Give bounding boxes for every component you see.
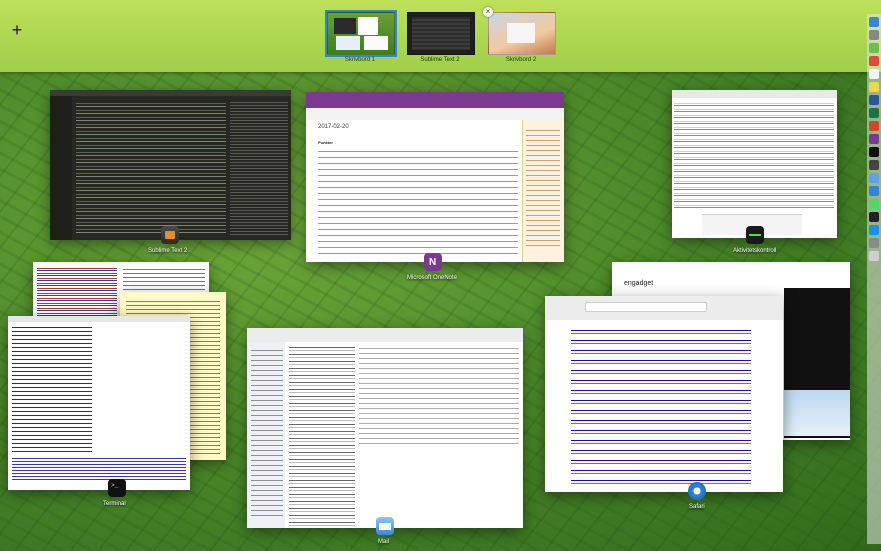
finder-icon[interactable] — [869, 17, 879, 27]
launchpad-icon[interactable] — [869, 30, 879, 40]
word-icon[interactable] — [869, 95, 879, 105]
engadget-title: engadget — [624, 280, 654, 287]
space-thumb-sublime-text-2[interactable] — [407, 12, 475, 55]
window-activity-monitor[interactable] — [672, 90, 837, 238]
activity-monitor-icon — [746, 226, 764, 244]
close-space-button[interactable]: × — [483, 7, 493, 17]
mail-app-label: Mail — [378, 539, 390, 545]
window-safari[interactable] — [545, 296, 783, 492]
note-heading: Punkter — [318, 140, 333, 145]
notes-icon[interactable] — [869, 82, 879, 92]
trash-icon[interactable] — [869, 251, 879, 261]
sublime-app-label: Sublime Text 2 — [148, 248, 188, 254]
onenote-app-label: Microsoft OneNote — [407, 275, 458, 281]
sublime-dock-icon[interactable] — [869, 160, 879, 170]
powerpoint-icon[interactable] — [869, 121, 879, 131]
space-label-2: Sublime Text 2 — [420, 57, 460, 63]
calendar-icon[interactable] — [869, 69, 879, 79]
safari-app-label: Safari — [689, 504, 705, 510]
window-sublime-text[interactable] — [50, 90, 291, 240]
sublime-text-icon — [161, 226, 179, 244]
system-preferences-icon[interactable] — [869, 238, 879, 248]
space-thumb-skrivbord-2[interactable] — [488, 12, 556, 55]
safari-dock-icon[interactable] — [869, 186, 879, 196]
note-date: 2017-02-20 — [318, 124, 349, 130]
window-terminal[interactable] — [8, 316, 190, 490]
add-desktop-button[interactable]: + — [9, 21, 25, 39]
dock — [867, 14, 881, 544]
space-label-1: Skrivbord 1 — [344, 57, 376, 63]
excel-icon[interactable] — [869, 108, 879, 118]
window-onenote[interactable]: 2017-02-20 Punkter — [306, 92, 564, 262]
spaces-bar: + Skrivbord 1 Sublime Text 2 Skrivbord 2… — [0, 0, 881, 72]
app-store-icon[interactable] — [869, 225, 879, 235]
terminal-app-label: Terminal — [103, 501, 126, 507]
space-label-3: Skrivbord 2 — [505, 57, 537, 63]
activity-dock-icon[interactable] — [869, 212, 879, 222]
onenote-icon: N — [424, 253, 442, 271]
terminal-dock-icon[interactable] — [869, 147, 879, 157]
terminal-icon: >_ — [108, 479, 126, 497]
chrome-icon[interactable] — [869, 56, 879, 66]
maps-icon[interactable] — [869, 43, 879, 53]
safari-icon — [688, 482, 706, 500]
messages-icon[interactable] — [869, 199, 879, 209]
mail-icon — [376, 517, 394, 535]
onenote-dock-icon[interactable] — [869, 134, 879, 144]
activity-app-label: Aktivitetskontroll — [733, 248, 777, 254]
mail-dock-icon[interactable] — [869, 173, 879, 183]
window-mail[interactable] — [247, 328, 523, 528]
space-thumb-skrivbord-1[interactable] — [325, 10, 397, 57]
